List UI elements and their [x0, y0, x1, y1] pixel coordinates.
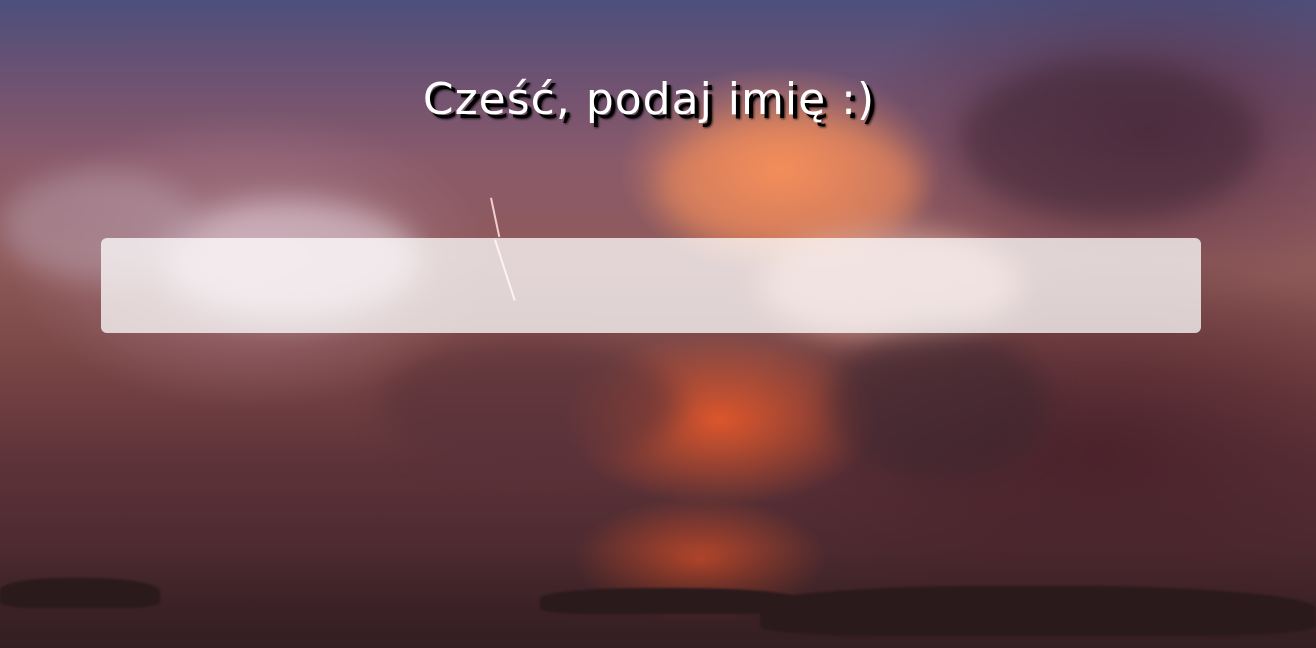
rock [760, 586, 1316, 636]
cloud-shape [380, 340, 680, 470]
rock [0, 578, 160, 608]
cloud-shape [830, 330, 1050, 480]
name-input[interactable] [101, 238, 1201, 333]
page-title: Cześć, podaj imię :) [422, 74, 876, 125]
lightning-bolt [490, 197, 501, 238]
